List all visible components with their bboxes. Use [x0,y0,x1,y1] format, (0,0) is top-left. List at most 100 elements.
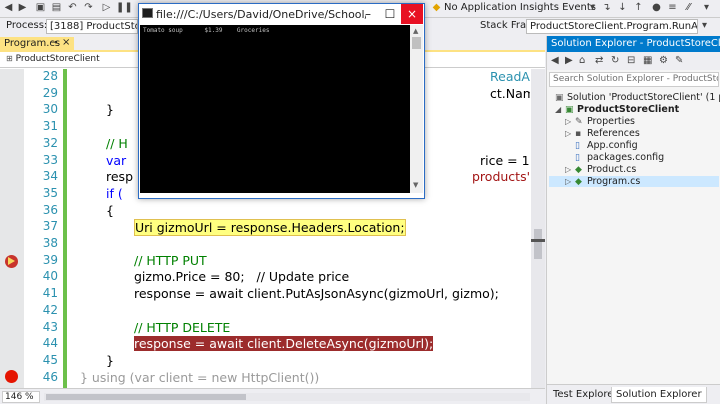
back-icon[interactable]: ◀ [551,55,559,66]
collapsed-chevron-icon[interactable]: ▷ [565,129,575,138]
solution-explorer-title[interactable]: Solution Explorer - ProductStoreClient [547,36,720,52]
tab-solution-explorer[interactable]: Solution Explorer [611,387,707,403]
project-icon: ⊞ [6,54,13,63]
step-out-icon[interactable]: ↑ [632,1,645,14]
tree-packages-config[interactable]: ▯ packages.config [575,152,664,163]
comment-icon[interactable]: ⁄⁄ [682,1,695,14]
new-item-icon[interactable]: ▣ [34,1,47,14]
tree-label: Properties [587,116,636,127]
line-number: 29 [42,85,58,100]
line-number: 45 [42,352,58,367]
line-number: 39 [42,252,58,267]
stack-frame-dropdown[interactable]: ProductStoreClient.Program.RunAsync [526,19,698,34]
forward-icon[interactable]: ▶ [565,55,573,66]
forward-icon[interactable]: ▶ [16,1,29,14]
line-number: 34 [42,169,58,184]
line-number: 44 [42,336,58,351]
breakpoints-icon[interactable]: ● [650,1,663,14]
show-all-icon[interactable]: ▦ [643,55,652,66]
solution-icon: ▣ [555,93,564,103]
code-line-30: } [106,102,114,118]
horizontal-scrollbar[interactable] [44,393,530,401]
collapse-icon[interactable]: ⊟ [627,55,635,66]
config-file-icon: ▯ [575,153,580,163]
code-line-43: // HTTP DELETE [134,319,231,335]
code-fragment: rice = 100, Cate [480,152,530,168]
code-fragment: products", gizmo [472,169,530,185]
stack-frame-chevron-icon[interactable]: ▾ [702,20,707,31]
more-icon[interactable]: ▾ [700,1,713,14]
tree-solution[interactable]: ▣Solution 'ProductStoreClient' (1 projec… [555,92,720,103]
insights-label[interactable]: No Application Insights Events [444,2,596,13]
line-number: 36 [42,202,58,217]
solution-search-input[interactable]: Search Solution Explorer - ProductStore [549,72,719,87]
csharp-file-icon: ◆ [575,177,582,187]
horizontal-scroll-thumb[interactable] [46,394,246,400]
properties-icon[interactable]: ⚙ [659,55,668,66]
breakpoint-line: response = await client.DeleteAsync(gizm… [134,336,434,352]
home-icon[interactable]: ⌂ [579,55,585,66]
console-scrollbar[interactable]: ▲ ▼ [410,25,423,193]
process-label: Process: [6,20,48,31]
collapsed-chevron-icon[interactable]: ▷ [565,165,575,174]
undo-icon[interactable]: ↶ [66,1,79,14]
format-icon[interactable]: ≡ [666,1,679,14]
indicator-margin[interactable] [0,69,24,389]
code-line-45: } [106,352,114,368]
close-icon[interactable]: × [62,37,70,48]
continue-icon[interactable]: ▷ [100,1,113,14]
code-line-39: // HTTP PUT [134,252,207,268]
step-over-icon[interactable]: ↴ [600,1,613,14]
vertical-scroll-thumb[interactable] [534,229,542,259]
code-line-46: } using (var client = new HttpClient()) [80,369,320,385]
save-icon[interactable]: ▤ [50,1,63,14]
code-line-40: gizmo.Price = 80; // Update price [134,269,350,285]
csharp-file-icon: ◆ [575,165,582,175]
tree-references[interactable]: ▷ ▪ References [565,128,640,139]
line-number: 43 [42,319,58,334]
console-title-bar[interactable]: file:///C:/Users/David/OneDrive/School/_… [139,4,424,24]
scroll-down-icon[interactable]: ▼ [413,181,418,189]
breakpoint-icon[interactable] [5,370,18,383]
process-dropdown[interactable]: [3188] ProductStoreCli [46,19,138,34]
tree-label: App.config [587,140,638,151]
redo-icon[interactable]: ↷ [82,1,95,14]
tree-label: Product.cs [587,164,637,175]
back-icon[interactable]: ◀ [2,1,15,14]
line-number: 33 [42,152,58,167]
console-scroll-thumb[interactable] [412,37,421,49]
line-number: 32 [42,135,58,150]
tree-label: packages.config [587,152,665,163]
sync-icon[interactable]: ⇄ [595,55,603,66]
scroll-up-icon[interactable]: ▲ [413,27,418,35]
current-statement-arrow-icon [8,257,15,265]
tree-app-config[interactable]: ▯ App.config [575,140,638,151]
console-window[interactable]: file:///C:/Users/David/OneDrive/School/_… [138,3,425,199]
close-button[interactable]: × [401,4,423,24]
change-tracking-bar [63,69,67,389]
collapsed-chevron-icon[interactable]: ▷ [565,117,575,126]
zoom-dropdown[interactable]: 146 % [2,391,40,403]
refresh-icon[interactable]: ↻ [611,55,619,66]
expanded-chevron-icon[interactable]: ◢ [555,105,565,114]
line-number: 35 [42,185,58,200]
bottom-tab-strip: Test Explorer Solution Explorer [547,384,720,404]
step-into-icon[interactable]: ↓ [616,1,629,14]
console-app-icon [142,8,153,18]
minimize-button[interactable]: – [357,4,379,24]
collapsed-chevron-icon[interactable]: ▷ [565,177,575,186]
tree-properties[interactable]: ▷ ✎ Properties [565,116,635,127]
tree-project[interactable]: ◢ ▣ ProductStoreClient [555,104,679,115]
solution-explorer-toolbar: ◀ ▶ ⌂ ⇄ ↻ ⊟ ▦ ⚙ ✎ [547,52,720,70]
tree-label: Solution 'ProductStoreClient' (1 project… [567,92,720,103]
vertical-scrollbar[interactable] [531,69,545,389]
maximize-button[interactable]: ☐ [379,4,401,24]
tree-program-cs[interactable]: ▷ ◆ Program.cs [549,176,719,187]
tab-program-cs[interactable]: Program.cs ⊸ × [0,37,74,52]
pause-icon[interactable]: ❚❚ [116,1,133,14]
tree-product-cs[interactable]: ▷ ◆ Product.cs [565,164,636,175]
insights-dropdown-icon[interactable]: ▾ [586,1,599,14]
code-line-35: if ( [106,185,123,201]
pin-icon[interactable]: ⊸ [50,38,58,48]
wrench-icon[interactable]: ✎ [675,55,683,66]
